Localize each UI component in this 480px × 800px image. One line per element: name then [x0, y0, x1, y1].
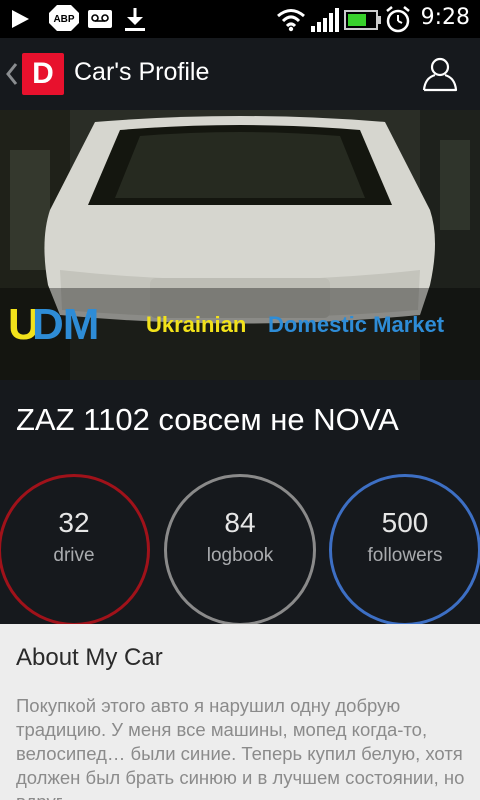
adblock-label: ABP	[53, 14, 74, 25]
stat-drive-value: 32	[58, 507, 90, 538]
app-logo-letter: D	[32, 57, 54, 90]
action-bar: D Car's Profile	[0, 38, 480, 110]
stat-drive[interactable]: 32 drive	[0, 474, 150, 626]
page-title: Car's Profile	[74, 58, 210, 86]
alarm-icon	[385, 6, 411, 38]
adblock-plus-icon: ABP	[48, 4, 80, 36]
app-logo[interactable]: D	[22, 53, 64, 95]
about-section: About My Car Покупкой этого авто я наруш…	[0, 624, 480, 800]
status-time: 9:28	[420, 5, 470, 30]
profile-icon[interactable]	[422, 56, 458, 92]
banner-tagline-ukrainian: Ukrainian	[146, 312, 247, 337]
stat-logbook-value: 84	[224, 507, 256, 538]
play-icon	[10, 9, 30, 33]
stat-drive-label: drive	[53, 545, 95, 566]
battery-icon	[344, 10, 382, 34]
about-title: About My Car	[16, 644, 163, 671]
download-icon	[124, 6, 146, 36]
back-chevron-icon[interactable]	[4, 60, 20, 88]
stat-logbook[interactable]: 84 logbook	[164, 474, 316, 626]
stat-followers-label: followers	[367, 545, 443, 566]
udm-logo-dm: DM	[32, 300, 99, 349]
about-text: Покупкой этого авто я нарушил одну добру…	[16, 695, 465, 800]
voicemail-icon	[88, 10, 112, 32]
wifi-icon	[276, 8, 306, 36]
stat-logbook-label: logbook	[206, 545, 274, 566]
stat-followers-value: 500	[381, 507, 429, 538]
signal-icon	[311, 8, 341, 36]
status-bar: ABP 9:28	[0, 0, 480, 38]
banner-tagline-domestic-market: Domestic Market	[268, 312, 445, 337]
car-name: ZAZ 1102 совсем не NOVA	[16, 402, 399, 437]
stat-followers[interactable]: 500 followers	[329, 474, 480, 626]
